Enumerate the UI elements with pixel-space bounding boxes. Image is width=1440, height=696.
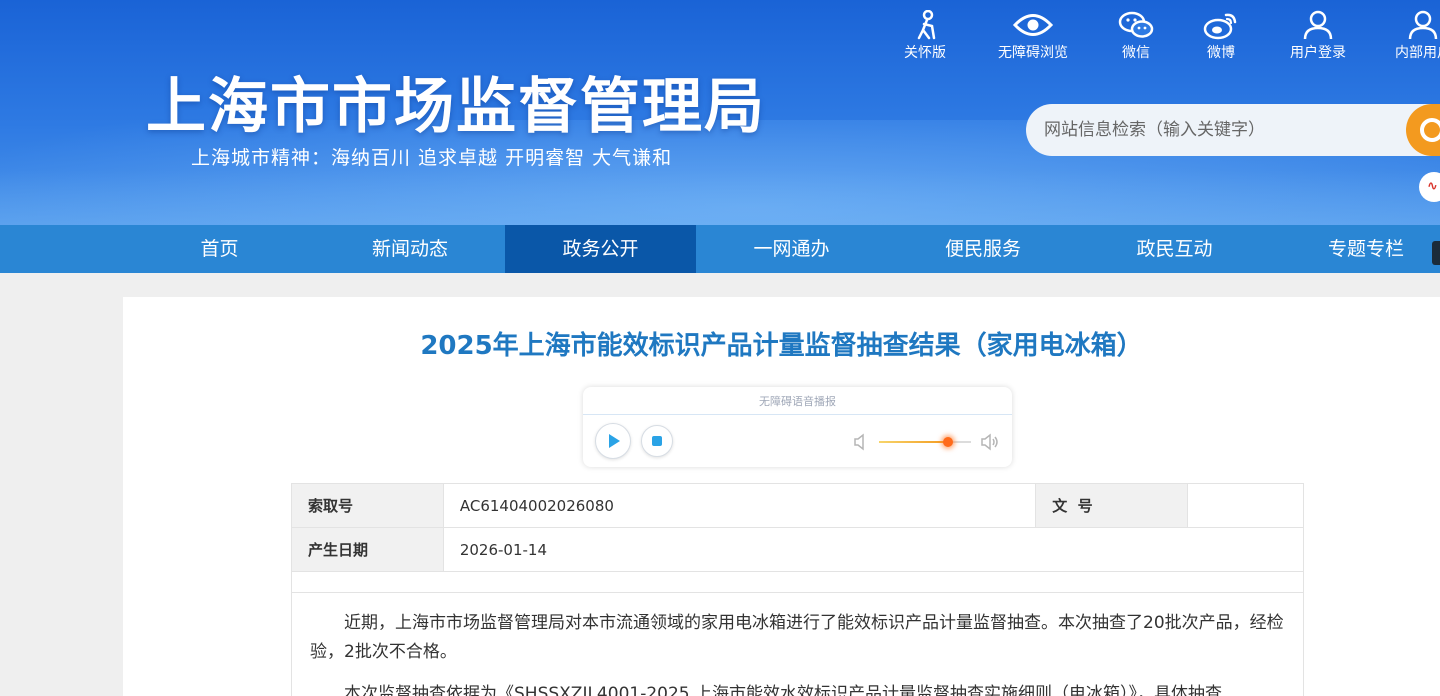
weibo-icon (1203, 13, 1237, 40)
float-badge-icon: ∿ (1427, 179, 1438, 194)
doc-no-value (1187, 483, 1304, 528)
index-no-label: 索取号 (291, 483, 444, 528)
accessibility-label: 无障碍浏览 (998, 45, 1068, 61)
nav-item-public-service[interactable]: 便民服务 (887, 225, 1079, 273)
site-slogan: 上海城市精神：海纳百川 追求卓越 开明睿智 大气谦和 (191, 147, 673, 169)
date-value: 2026-01-14 (442, 527, 1305, 572)
main-nav: 首页 新闻动态 政务公开 一网通办 便民服务 政民互动 专题专栏 (0, 225, 1440, 273)
volume-knob[interactable] (943, 437, 953, 447)
volume-fill (879, 441, 948, 443)
stop-button[interactable] (641, 425, 673, 457)
nav-item-gov-affairs[interactable]: 政务公开 (505, 225, 696, 273)
user-icon (1303, 10, 1333, 40)
play-button[interactable] (595, 423, 631, 459)
play-icon (609, 434, 620, 448)
nav-item-topics[interactable]: 专题专栏 (1270, 225, 1440, 273)
article-meta-table: 索取号 AC61404002026080 文 号 产生日期 2026-01-14 (291, 483, 1305, 572)
site-title[interactable]: 上海市市场监督管理局 (146, 58, 766, 145)
side-tool-handle[interactable] (1432, 241, 1440, 265)
table-row: 索取号 AC61404002026080 文 号 (291, 483, 1304, 528)
weibo-button[interactable]: 微博 (1171, 10, 1271, 62)
voice-player: 无障碍语音播报 (583, 387, 1012, 467)
header-haze (0, 170, 1440, 225)
article-panel: 2025年上海市能效标识产品计量监督抽查结果（家用电冰箱） 无障碍语音播报 索取… (123, 297, 1440, 696)
user-login-label: 用户登录 (1290, 45, 1346, 61)
elder-care-icon (917, 10, 936, 40)
elder-care-button[interactable]: 关怀版 (875, 10, 975, 62)
player-progress-line (583, 414, 1012, 415)
volume-low-icon (854, 433, 864, 451)
nav-item-online-service[interactable]: 一网通办 (696, 225, 887, 273)
accessibility-button[interactable]: 无障碍浏览 (983, 10, 1083, 62)
volume-high-icon (981, 433, 998, 451)
search-icon (1420, 118, 1440, 142)
eye-icon (1013, 14, 1053, 36)
meta-spacer-row (291, 571, 1304, 593)
doc-no-label: 文 号 (1035, 483, 1189, 528)
nav-item-news[interactable]: 新闻动态 (315, 225, 505, 273)
article-paragraph: 本次监督抽查依据为《SHSSXZJL4001-2025 上海市能效水效标识产品计… (344, 684, 1222, 696)
elder-care-label: 关怀版 (904, 45, 946, 61)
internal-user-button[interactable]: 内部用户 (1373, 10, 1440, 62)
wechat-icon (1118, 11, 1154, 38)
nav-item-home[interactable]: 首页 (124, 225, 315, 273)
article-paragraph: 近期，上海市市场监督管理局对本市流通领域的家用电冰箱进行了能效标识产品计量监督抽… (310, 613, 1284, 662)
article-body: 近期，上海市市场监督管理局对本市流通领域的家用电冰箱进行了能效标识产品计量监督抽… (291, 593, 1304, 696)
internal-user-label: 内部用户 (1395, 45, 1440, 61)
search-input[interactable] (1044, 115, 1404, 145)
index-no-value: AC61404002026080 (442, 483, 1037, 528)
table-row: 产生日期 2026-01-14 (291, 527, 1305, 572)
nav-item-interaction[interactable]: 政民互动 (1079, 225, 1270, 273)
date-label: 产生日期 (291, 527, 444, 572)
weibo-label: 微博 (1207, 45, 1235, 61)
user-login-button[interactable]: 用户登录 (1268, 10, 1368, 62)
volume-slider[interactable] (879, 437, 971, 447)
search-box (1026, 104, 1440, 156)
article-title: 2025年上海市能效标识产品计量监督抽查结果（家用电冰箱） (420, 331, 1143, 361)
user-icon (1408, 10, 1438, 40)
site-header: 上海市市场监督管理局 上海城市精神：海纳百川 追求卓越 开明睿智 大气谦和 关怀… (0, 0, 1440, 225)
player-caption: 无障碍语音播报 (759, 395, 836, 408)
stop-icon (652, 436, 662, 446)
